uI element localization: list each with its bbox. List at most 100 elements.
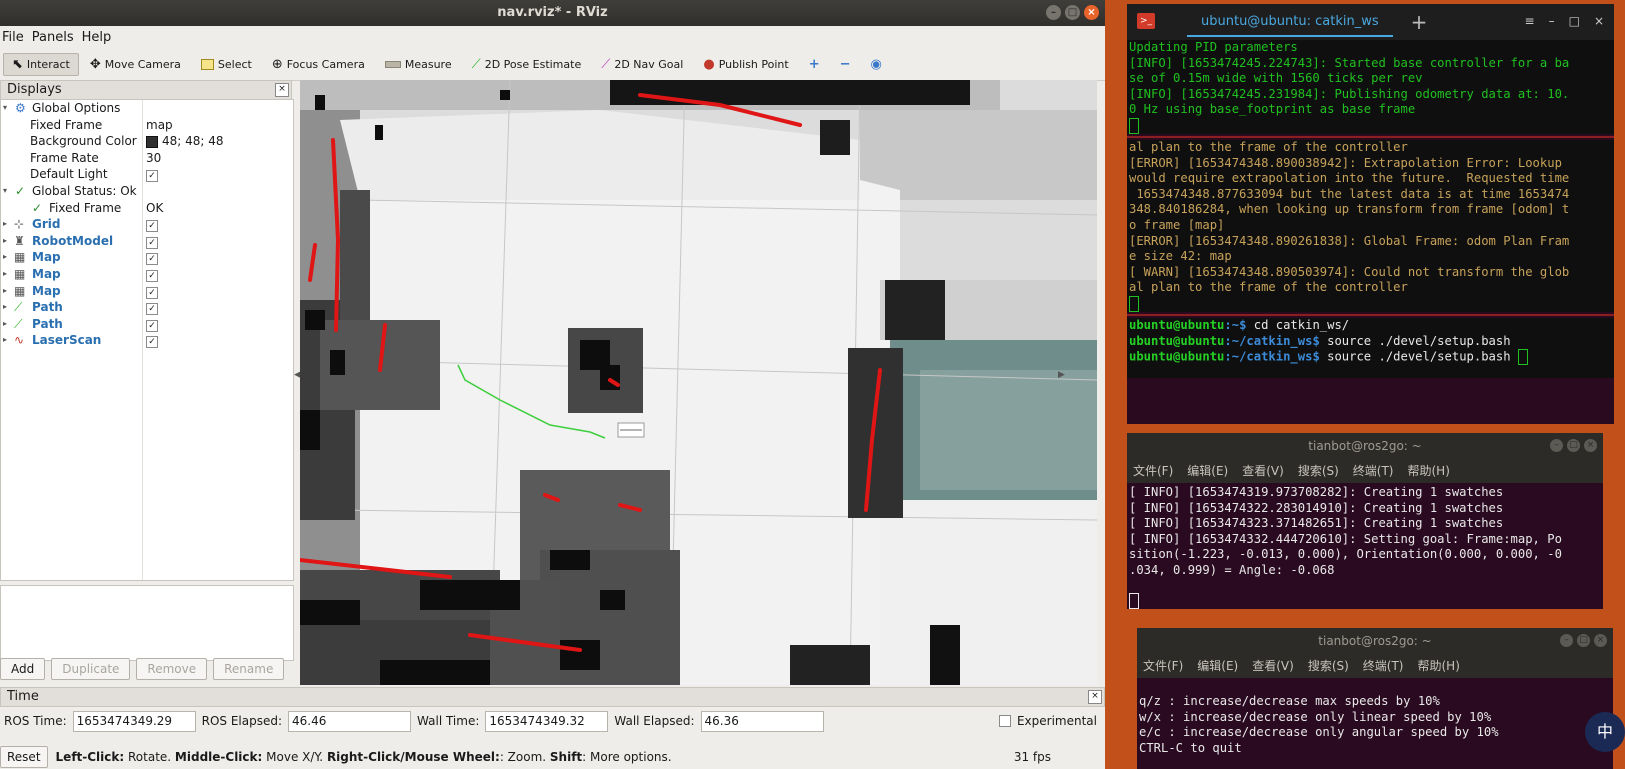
tool-2d-nav-goal[interactable]: ⟋ 2D Nav Goal [592,53,692,76]
checkbox[interactable]: ✓ [146,286,158,299]
maximize-icon[interactable]: □ [1569,14,1580,28]
close-button[interactable]: × [1584,439,1597,452]
tree-item-path[interactable]: ▸ ⟋ Path ✓ [1,299,293,316]
collapse-right-icon[interactable]: ▶ [1058,370,1065,380]
tree-status-fixed-frame[interactable]: ✓ Fixed Frame OK [1,200,293,217]
menu-file[interactable]: 文件(F) [1133,459,1173,483]
close-button[interactable]: × [1084,5,1099,20]
tree-item-grid[interactable]: ▸ ⊹ Grid ✓ [1,216,293,233]
reset-button[interactable]: Reset [0,746,48,768]
menu-panels[interactable]: Panels [32,30,80,45]
tree-value[interactable]: map [146,117,173,134]
checkbox[interactable]: ✓ [146,336,158,349]
menu-search[interactable]: 搜索(S) [1308,654,1349,678]
tree-label: Map [32,266,61,281]
menu-file[interactable]: File [2,30,30,45]
close-button[interactable]: × [1594,634,1607,647]
tree-background-color[interactable]: Background Color 48; 48; 48 [1,133,293,150]
close-panel-icon[interactable]: × [1088,690,1102,704]
menu-terminal[interactable]: 终端(T) [1353,459,1394,483]
wall-time-field[interactable]: 1653474349.32 [485,710,609,732]
tree-global-status[interactable]: ▾ ✓ Global Status: Ok [1,183,293,200]
maximize-button[interactable]: □ [1577,634,1590,647]
checkbox[interactable]: ✓ [146,170,158,183]
checkbox[interactable]: ✓ [146,319,158,332]
menu-help[interactable]: 帮助(H) [1418,654,1460,678]
view-tool-button[interactable]: ◉ [862,53,891,76]
duplicate-button[interactable]: Duplicate [51,658,131,680]
3d-viewport[interactable] [300,80,1097,685]
maximize-button[interactable]: □ [1567,439,1580,452]
terminal-line: w/x : increase/decrease only linear spee… [1139,709,1492,724]
menu-help[interactable]: 帮助(H) [1408,459,1450,483]
tree-item-robotmodel[interactable]: ▸ ♜ RobotModel ✓ [1,233,293,250]
remove-button[interactable]: Remove [136,658,208,680]
terminal-ros2go-2[interactable]: tianbot@ros2go: ~ – □ × 文件(F) 编辑(E) 查看(V) … [1137,628,1613,769]
tree-item-map[interactable]: ▸ ▦ Map ✓ [1,283,293,300]
minimize-icon[interactable]: – [1549,14,1555,28]
tool-measure[interactable]: Measure [376,54,461,75]
close-panel-icon[interactable]: × [275,83,289,97]
minimize-button[interactable]: – [1046,5,1061,20]
wall-elapsed-field[interactable]: 46.36 [700,710,824,732]
menu-view[interactable]: 查看(V) [1252,654,1294,678]
tool-publish-point[interactable]: ● Publish Point [694,53,797,76]
terminal-tab[interactable]: ubuntu@ubuntu: catkin_ws [1187,8,1393,37]
checkbox[interactable]: ✓ [146,236,158,249]
new-tab-icon[interactable]: + [1411,10,1428,34]
ros-time-field[interactable]: 1653474349.29 [72,710,196,732]
remove-tool-button[interactable]: − [831,53,860,76]
experimental-checkbox[interactable] [998,715,1011,727]
tool-focus-camera[interactable]: ⊕ Focus Camera [263,53,374,76]
rename-button[interactable]: Rename [213,658,285,680]
tree-value[interactable]: 48; 48; 48 [162,134,224,148]
nav-goal-arrow-magenta-icon: ⟋ [601,56,611,72]
tool-interact[interactable]: ⬉ Interact [3,52,79,76]
tool-2d-pose-estimate[interactable]: ⟋ 2D Pose Estimate [463,53,591,76]
menu-view[interactable]: 查看(V) [1242,459,1284,483]
maximize-button[interactable]: □ [1065,5,1080,20]
tree-fixed-frame[interactable]: Fixed Frame map [1,117,293,134]
displays-tree[interactable]: ▾ ⚙ Global Options Fixed Frame map Backgrou… [0,99,294,581]
menu-edit[interactable]: 编辑(E) [1197,654,1238,678]
checkbox[interactable]: ✓ [146,269,158,282]
tree-default-light[interactable]: Default Light ✓ [1,166,293,183]
menu-search[interactable]: 搜索(S) [1298,459,1339,483]
add-display-button[interactable]: Add [0,658,46,680]
add-tool-button[interactable]: + [800,53,829,76]
terminal-titlebar[interactable]: tianbot@ros2go: ~ – □ × [1137,628,1613,654]
menu-help[interactable]: Help [82,30,118,45]
rviz-titlebar[interactable]: nav.rviz* - RViz – □ × [0,0,1105,26]
tree-global-options[interactable]: ▾ ⚙ Global Options [1,100,293,117]
menu-icon[interactable]: ≡ [1525,14,1535,28]
tool-move-camera[interactable]: ✥ Move Camera [81,53,190,76]
terminal-pane-3[interactable]: ubuntu@ubuntu:~$ cd catkin_ws/ ubuntu@ub… [1127,318,1614,379]
tree-item-path[interactable]: ▸ ⟋ Path ✓ [1,316,293,333]
checkbox[interactable]: ✓ [146,220,158,233]
terminal-line: [ INFO] [1653474322.283014910]: Creating… [1129,500,1504,515]
tree-item-laserscan[interactable]: ▸ ∿ LaserScan ✓ [1,332,293,349]
tree-item-map[interactable]: ▸ ▦ Map ✓ [1,266,293,283]
terminal-ros2go-1[interactable]: tianbot@ros2go: ~ – □ × 文件(F) 编辑(E) 查看(V) … [1127,433,1603,609]
minimize-button[interactable]: – [1560,634,1573,647]
minimize-button[interactable]: – [1550,439,1563,452]
terminal-titlebar[interactable]: tianbot@ros2go: ~ – □ × [1127,433,1603,459]
terminal-pane-2[interactable]: al plan to the frame of the controller [… [1127,140,1614,313]
map-render [300,80,1097,685]
checkbox[interactable]: ✓ [146,253,158,266]
terminal-catkin-ws[interactable]: >_ ubuntu@ubuntu: catkin_ws + ≡ – □ × Updat… [1127,4,1614,424]
close-icon[interactable]: × [1594,14,1604,28]
checkbox[interactable]: ✓ [146,303,158,316]
input-method-icon[interactable]: 中 [1585,712,1625,752]
menu-file[interactable]: 文件(F) [1143,654,1183,678]
tree-frame-rate[interactable]: Frame Rate 30 [1,150,293,167]
menu-terminal[interactable]: 终端(T) [1363,654,1404,678]
tree-label: Path [32,300,63,315]
tool-select[interactable]: Select [192,54,261,75]
color-swatch[interactable] [146,135,158,148]
menu-edit[interactable]: 编辑(E) [1187,459,1228,483]
terminal-pane-1[interactable]: Updating PID parameters [INFO] [16534742… [1127,40,1614,135]
ros-elapsed-field[interactable]: 46.46 [288,710,412,732]
tree-value[interactable]: 30 [146,150,161,167]
tree-item-map[interactable]: ▸ ▦ Map ✓ [1,249,293,266]
